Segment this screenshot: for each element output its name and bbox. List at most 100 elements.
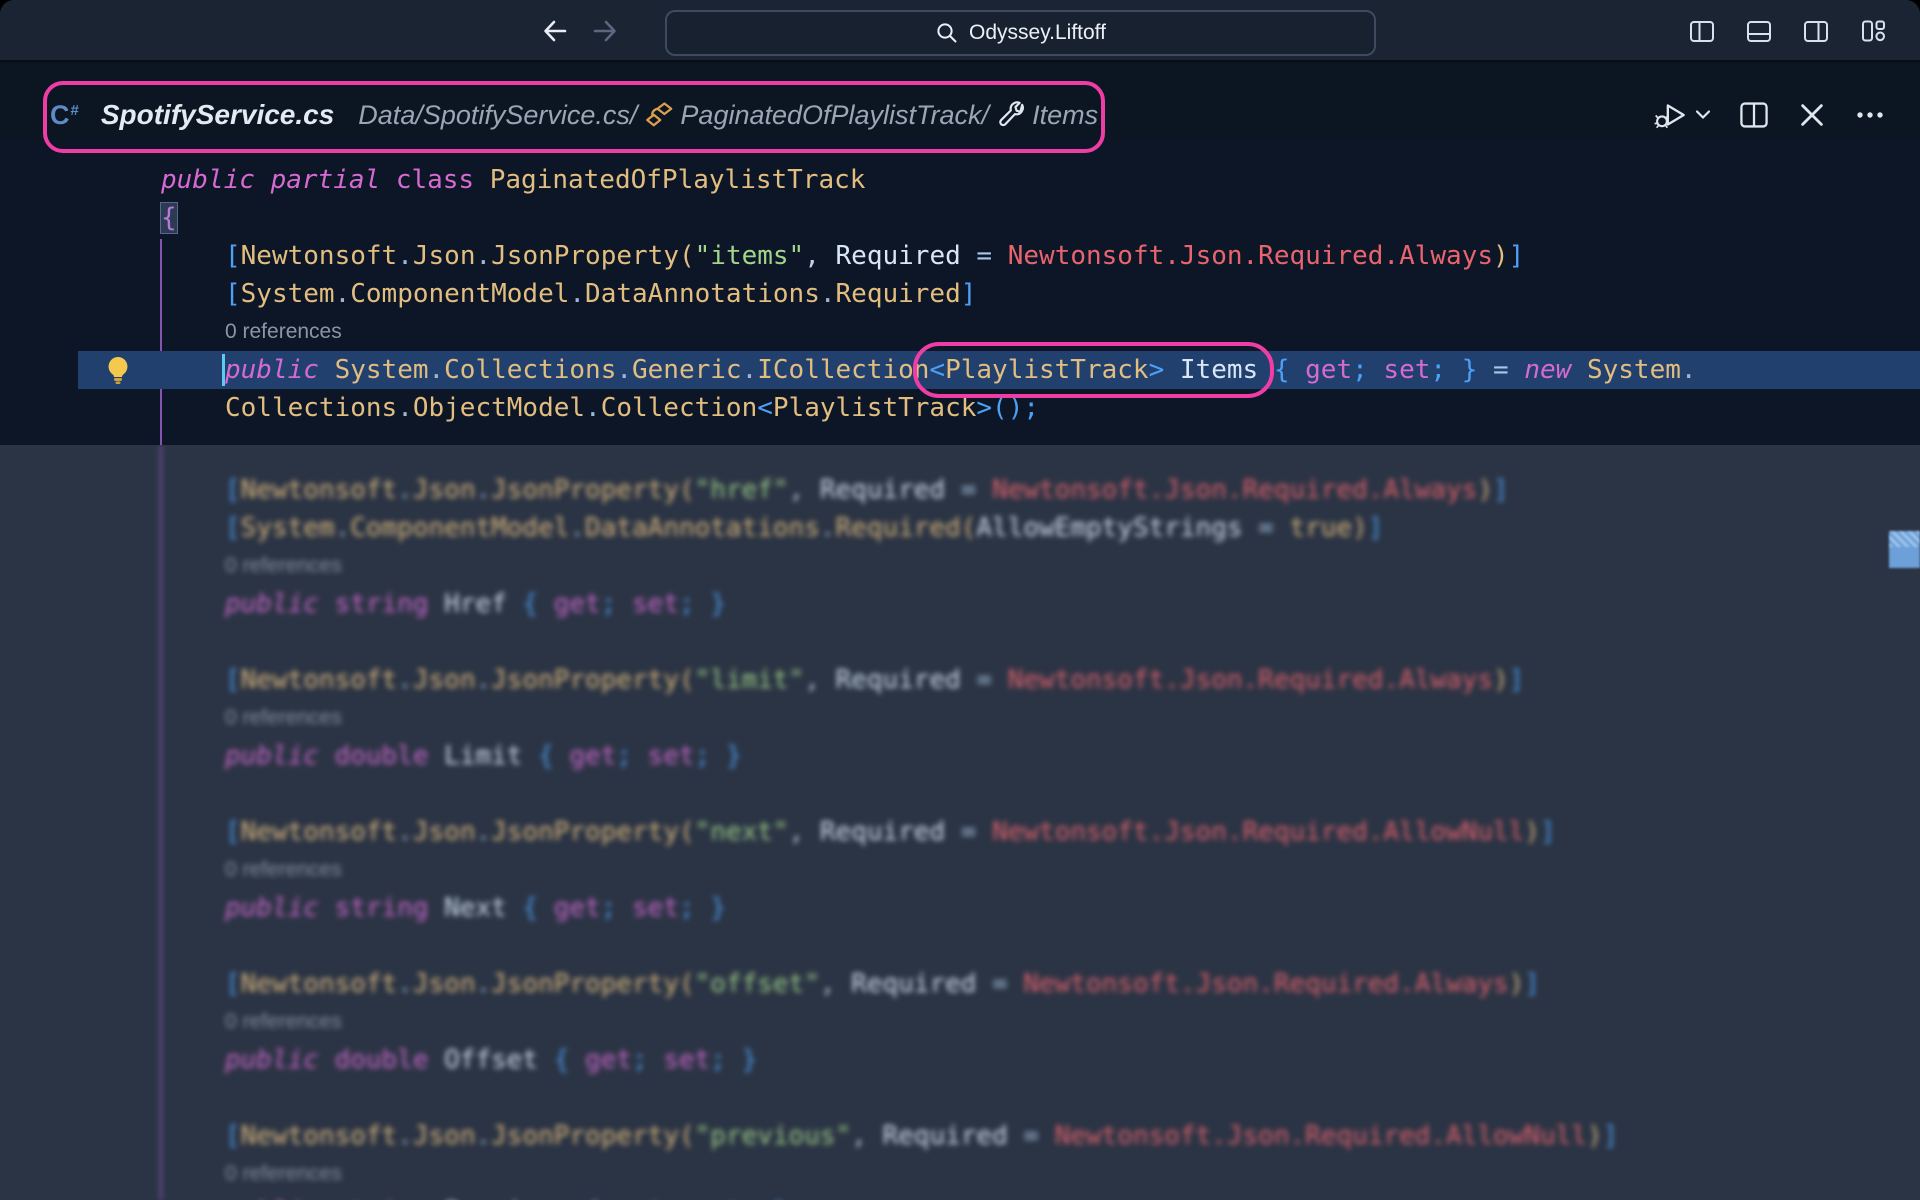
code-line-blank <box>0 927 1920 965</box>
code-token: Json <box>413 1121 476 1151</box>
code-token: Newtonsoft <box>241 1121 398 1151</box>
code-line[interactable]: public string Href { get; set; } <box>0 585 1920 623</box>
code-editor-blurred-region[interactable]: [Newtonsoft.Json.JsonProperty("href", Re… <box>0 445 1920 1200</box>
chevron-down-icon <box>1695 109 1711 121</box>
code-token: . <box>475 475 491 505</box>
text-cursor <box>222 354 225 386</box>
run-or-debug-button[interactable] <box>1653 98 1711 132</box>
code-line[interactable]: [System.ComponentModel.DataAnnotations.R… <box>0 275 1920 313</box>
code-token: "limit" <box>695 665 805 695</box>
code-token: Items <box>1180 355 1258 385</box>
code-line[interactable]: [System.ComponentModel.DataAnnotations.R… <box>0 509 1920 547</box>
code-line[interactable]: public double Limit { get; set; } <box>0 737 1920 775</box>
code-token: [ <box>225 1121 241 1151</box>
code-token: Newtonsoft <box>241 817 398 847</box>
code-token: ObjectModel <box>413 393 585 423</box>
code-token: ) <box>1524 817 1540 847</box>
code-token: ] <box>1493 475 1509 505</box>
toggle-primary-sidebar-icon[interactable] <box>1688 17 1716 45</box>
code-token: { <box>507 893 538 923</box>
code-token: get <box>538 893 601 923</box>
code-token: [ <box>225 475 241 505</box>
scrollbar-thumb[interactable] <box>1889 531 1920 568</box>
code-token: < <box>929 355 945 385</box>
code-token: . <box>475 817 491 847</box>
code-token: Required <box>867 1121 1008 1151</box>
code-line-blank <box>0 1079 1920 1117</box>
code-token: ) <box>1493 241 1509 271</box>
back-arrow-icon[interactable] <box>540 16 570 46</box>
code-token: = <box>1477 355 1508 385</box>
code-token: Newtonsoft.Json.Required.Always <box>976 475 1477 505</box>
code-token: get <box>554 741 617 771</box>
code-token: ICollection <box>757 355 929 385</box>
close-icon[interactable] <box>1797 100 1827 130</box>
split-editor-icon[interactable] <box>1738 99 1770 131</box>
code-line[interactable]: { <box>0 199 1920 237</box>
breadcrumb-path[interactable]: Data/SpotifyService.cs/ <box>358 100 637 131</box>
code-line[interactable]: public partial class PaginatedOfPlaylist… <box>0 161 1920 199</box>
code-token: } <box>726 1045 757 1075</box>
codelens-references[interactable]: 0 references <box>0 547 1920 585</box>
code-token: set <box>616 589 679 619</box>
toggle-secondary-sidebar-icon[interactable] <box>1802 17 1830 45</box>
code-token: . <box>397 665 413 695</box>
codelens-references[interactable]: 0 references <box>0 851 1920 889</box>
code-line[interactable]: [Newtonsoft.Json.JsonProperty("next", Re… <box>0 813 1920 851</box>
code-line[interactable]: public string Next { get; set; } <box>0 889 1920 927</box>
forward-arrow-icon[interactable] <box>590 16 620 46</box>
code-token: , <box>789 817 805 847</box>
more-actions-icon[interactable] <box>1854 100 1886 130</box>
code-token: AllowEmptyStrings <box>976 513 1242 543</box>
code-line[interactable]: public double Offset { get; set; } <box>0 1041 1920 1079</box>
code-token: [ <box>225 969 241 999</box>
code-token: ] <box>961 279 977 309</box>
breadcrumb-class[interactable]: PaginatedOfPlaylistTrack/ <box>680 100 989 131</box>
code-line[interactable]: public string Previous { get; set; } <box>0 1193 1920 1200</box>
code-token: ( <box>679 241 695 271</box>
code-line[interactable]: [Newtonsoft.Json.JsonProperty("href", Re… <box>0 471 1920 509</box>
code-token: Json <box>413 475 476 505</box>
code-token: Newtonsoft.Json.Required.Always <box>992 241 1493 271</box>
scrollbar-decoration <box>1889 531 1920 547</box>
code-token: . <box>569 513 585 543</box>
code-token: JsonProperty <box>491 969 679 999</box>
codelens-references[interactable]: 0 references <box>0 1155 1920 1193</box>
code-token: ; <box>1430 355 1446 385</box>
code-line[interactable]: public System.Collections.Generic.IColle… <box>0 351 1920 389</box>
code-token: = <box>976 969 1007 999</box>
toggle-panel-icon[interactable] <box>1745 17 1773 45</box>
codelens-references[interactable]: 0 references <box>0 1003 1920 1041</box>
breadcrumb-member[interactable]: Items <box>1032 100 1098 131</box>
code-token: ( <box>961 513 977 543</box>
code-token: . <box>429 355 445 385</box>
code-token: Required <box>836 513 961 543</box>
code-token: get <box>1289 355 1352 385</box>
code-line[interactable]: [Newtonsoft.Json.JsonProperty("offset", … <box>0 965 1920 1003</box>
code-token: = <box>1008 1121 1039 1151</box>
search-value: Odyssey.Liftoff <box>969 21 1106 45</box>
code-token: = <box>961 665 992 695</box>
lightbulb-icon[interactable] <box>102 354 134 386</box>
code-token: { <box>538 1045 569 1075</box>
code-token: JsonProperty <box>491 241 679 271</box>
code-token: DataAnnotations <box>585 513 820 543</box>
run-debug-icon <box>1653 98 1689 132</box>
code-line[interactable]: [Newtonsoft.Json.JsonProperty("limit", R… <box>0 661 1920 699</box>
customize-layout-icon[interactable] <box>1859 17 1887 45</box>
code-line[interactable]: [Newtonsoft.Json.JsonProperty("items", R… <box>0 237 1920 275</box>
codelens-references[interactable]: 0 references <box>0 699 1920 737</box>
code-editor-focused-region[interactable]: public partial class PaginatedOfPlaylist… <box>0 140 1920 445</box>
symbol-property-wrench-icon <box>997 100 1027 130</box>
code-token: public <box>225 741 335 771</box>
code-token: ; <box>679 893 695 923</box>
editor-tab-bar: C# SpotifyService.cs Data/SpotifyService… <box>0 62 1920 140</box>
code-token: Required <box>820 665 961 695</box>
code-token: ) <box>1352 513 1368 543</box>
code-token: > <box>1149 355 1180 385</box>
code-line[interactable]: [Newtonsoft.Json.JsonProperty("previous"… <box>0 1117 1920 1155</box>
code-token: set <box>1368 355 1431 385</box>
command-center-search[interactable]: Odyssey.Liftoff <box>665 10 1376 56</box>
tab-file-name[interactable]: SpotifyService.cs <box>101 99 334 131</box>
code-token: partial <box>271 165 396 195</box>
